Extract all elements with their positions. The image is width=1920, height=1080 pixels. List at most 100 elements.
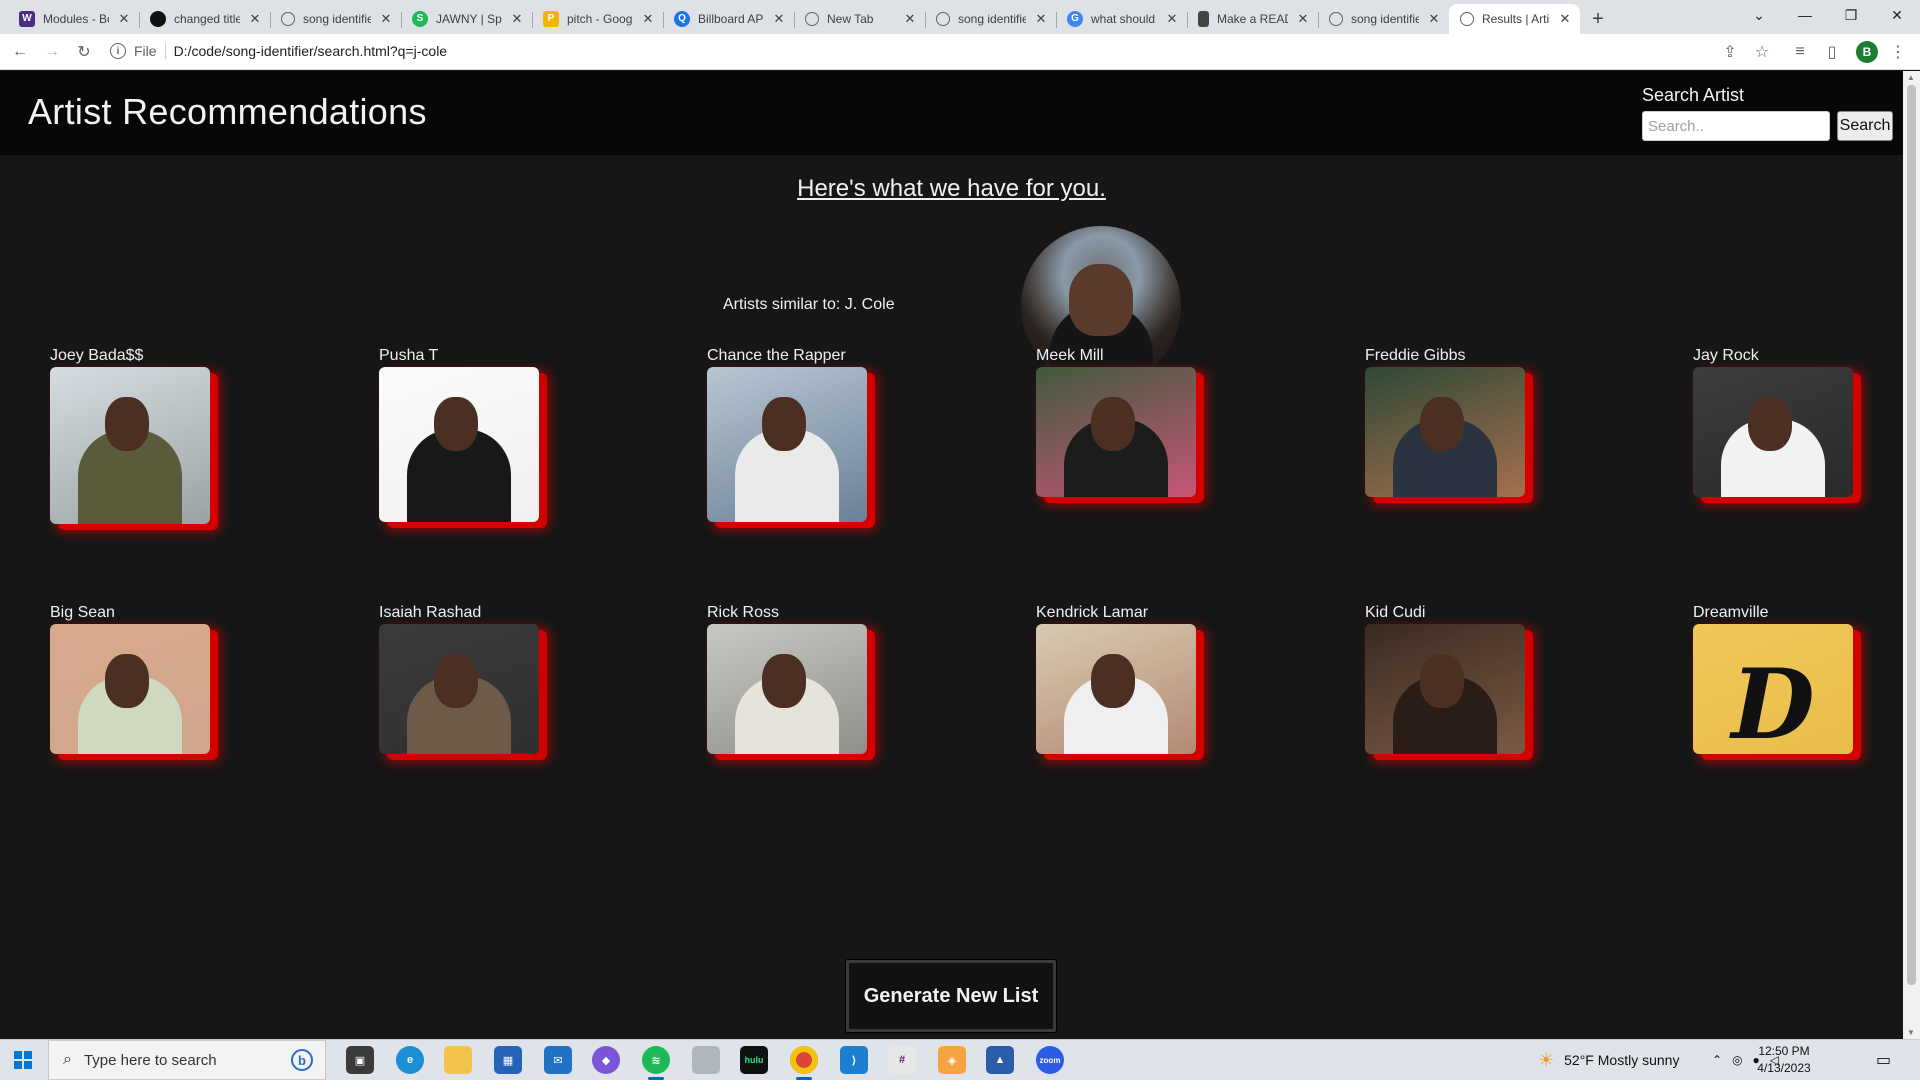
minimize-button[interactable]: — <box>1782 0 1828 30</box>
copilot-icon[interactable]: ◆ <box>592 1046 620 1074</box>
tab-close-icon[interactable]: ✕ <box>772 11 786 27</box>
artist-photo[interactable] <box>1036 367 1196 497</box>
artist-photo[interactable]: D <box>1693 624 1853 754</box>
tab-close-icon[interactable]: ✕ <box>1034 11 1048 27</box>
tab-close-icon[interactable]: ✕ <box>510 11 524 27</box>
artist-name: Jay Rock <box>1693 347 1759 364</box>
menu-kebab-icon[interactable]: ⋮ <box>1886 40 1910 64</box>
zoom-icon[interactable]: zoom <box>1036 1046 1064 1074</box>
store-icon[interactable]: ▦ <box>494 1046 522 1074</box>
browser-tab[interactable]: Ppitch - Googl ✕ <box>532 4 663 34</box>
browser-tab[interactable]: Make a READ ✕ <box>1187 4 1318 34</box>
dreamville-logo: D <box>1731 647 1815 755</box>
tab-close-icon[interactable]: ✕ <box>117 11 131 27</box>
share-icon[interactable]: ⇪ <box>1718 40 1742 64</box>
taskbar-search-placeholder: Type here to search <box>83 1051 217 1069</box>
hulu-icon[interactable]: hulu <box>740 1046 768 1074</box>
address-bar[interactable]: i File D:/code/song-identifier/search.ht… <box>110 37 1700 65</box>
browser-tab[interactable]: S JAWNY | Spot ✕ <box>401 4 532 34</box>
tab-close-icon[interactable]: ✕ <box>379 11 393 27</box>
tab-close-icon[interactable]: ✕ <box>1427 11 1441 27</box>
bing-icon[interactable]: b <box>291 1049 313 1071</box>
tab-close-icon[interactable]: ✕ <box>1558 11 1572 27</box>
clock-time: 12:50 PM <box>1758 1044 1810 1058</box>
show-hidden-icons-icon[interactable]: ⌃ <box>1712 1053 1722 1067</box>
page-scrollbar[interactable]: ▲ ▼ <box>1903 71 1920 1039</box>
globe-icon <box>1329 12 1343 26</box>
artist-photo[interactable] <box>1365 624 1525 754</box>
edge-icon[interactable]: e <box>396 1046 424 1074</box>
artist-face <box>105 397 149 451</box>
tab-search-chevron-icon[interactable]: ⌄ <box>1736 0 1782 30</box>
taskbar-search-box[interactable]: ⌕ Type here to search b <box>48 1040 326 1080</box>
scroll-down-arrow-icon[interactable]: ▼ <box>1907 1028 1915 1037</box>
artist-name: Isaiah Rashad <box>379 604 482 621</box>
back-arrow-icon[interactable]: ← <box>8 40 32 64</box>
address-url[interactable]: D:/code/song-identifier/search.html?q=j-… <box>174 43 448 59</box>
weather-widget[interactable]: ☀ 52°F Mostly sunny <box>1538 1040 1679 1080</box>
new-tab-button[interactable]: + <box>1580 4 1616 34</box>
browser-tab[interactable]: song identifie ✕ <box>925 4 1056 34</box>
chrome-icon[interactable] <box>790 1046 818 1080</box>
reload-icon[interactable]: ↻ <box>72 40 96 64</box>
artist-name: Big Sean <box>50 604 115 621</box>
notepad-icon[interactable] <box>692 1046 720 1074</box>
tab-close-icon[interactable]: ✕ <box>641 11 655 27</box>
browser-tab[interactable]: song identifie ✕ <box>270 4 401 34</box>
slack-icon[interactable]: # <box>888 1046 916 1074</box>
artist-photo[interactable] <box>50 624 210 754</box>
artist-photo[interactable] <box>379 367 539 522</box>
artist-photo[interactable] <box>50 367 210 524</box>
artist-photo[interactable] <box>1693 367 1853 497</box>
scrollbar-thumb[interactable] <box>1907 85 1916 985</box>
tab-close-icon[interactable]: ✕ <box>1165 11 1179 27</box>
side-panel-icon[interactable]: ▯ <box>1820 40 1844 64</box>
browser-tab[interactable]: Q Billboard API ✕ <box>663 4 794 34</box>
artist-face <box>434 654 478 708</box>
site-favicon-icon: W <box>19 11 35 27</box>
artist-photo[interactable] <box>707 624 867 754</box>
results-subheading: Here's what we have for you. <box>797 175 1106 202</box>
browser-tab[interactable]: W Modules - Bo ✕ <box>8 4 139 34</box>
artist-photo[interactable] <box>707 367 867 522</box>
tab-title: Make a READ <box>1217 12 1288 26</box>
photos-icon[interactable]: ▲ <box>986 1046 1014 1074</box>
taskbar-clock[interactable]: 12:50 PM 4/13/2023 <box>1752 1043 1816 1077</box>
artist-photo[interactable] <box>379 624 539 754</box>
vscode-icon[interactable]: ⟩ <box>840 1046 868 1074</box>
windows-start-icon[interactable] <box>14 1051 32 1069</box>
scroll-up-arrow-icon[interactable]: ▲ <box>1907 73 1915 82</box>
tab-close-icon[interactable]: ✕ <box>1296 11 1310 27</box>
browser-tab[interactable]: song identifie ✕ <box>1318 4 1449 34</box>
camera-icon[interactable]: ◎ <box>1732 1053 1742 1067</box>
figma-icon[interactable]: ◈ <box>938 1046 966 1074</box>
artist-face <box>1091 397 1135 451</box>
maximize-button[interactable]: ❐ <box>1828 0 1874 30</box>
close-window-button[interactable]: ✕ <box>1874 0 1920 30</box>
spotify-icon[interactable]: ≋ <box>642 1046 670 1080</box>
reading-list-icon[interactable]: ≡ <box>1788 40 1812 64</box>
site-info-icon[interactable]: i <box>110 43 126 59</box>
browser-tab[interactable]: Gwhat should a ✕ <box>1056 4 1187 34</box>
tab-close-icon[interactable]: ✕ <box>903 11 917 27</box>
profile-avatar[interactable]: B <box>1856 41 1878 63</box>
browser-tab[interactable]: changed title ✕ <box>139 4 270 34</box>
search-button[interactable]: Search <box>1837 111 1893 141</box>
artist-photo[interactable] <box>1365 367 1525 497</box>
windows-taskbar: ⌕ Type here to search b ▣ e ▦ ✉ ◆ ≋ hulu… <box>0 1039 1920 1080</box>
browser-tab[interactable]: Results | Artis ✕ <box>1449 4 1580 34</box>
artist-photo[interactable] <box>1036 624 1196 754</box>
address-scheme: File <box>134 43 166 59</box>
generate-new-list-button[interactable]: Generate New List <box>846 960 1056 1032</box>
file-explorer-icon[interactable] <box>444 1046 472 1074</box>
tab-close-icon[interactable]: ✕ <box>248 11 262 27</box>
forward-arrow-icon[interactable]: → <box>40 40 64 64</box>
browser-tab[interactable]: New Tab ✕ <box>794 4 925 34</box>
notifications-icon[interactable]: ▭ <box>1876 1040 1891 1080</box>
task-view-icon[interactable]: ▣ <box>346 1046 374 1074</box>
search-input[interactable] <box>1642 111 1830 141</box>
mail-icon[interactable]: ✉ <box>544 1046 572 1074</box>
artist-face <box>105 654 149 708</box>
tab-list: W Modules - Bo ✕ changed title ✕ song identif… <box>8 4 1580 34</box>
bookmark-star-icon[interactable]: ☆ <box>1750 40 1774 64</box>
